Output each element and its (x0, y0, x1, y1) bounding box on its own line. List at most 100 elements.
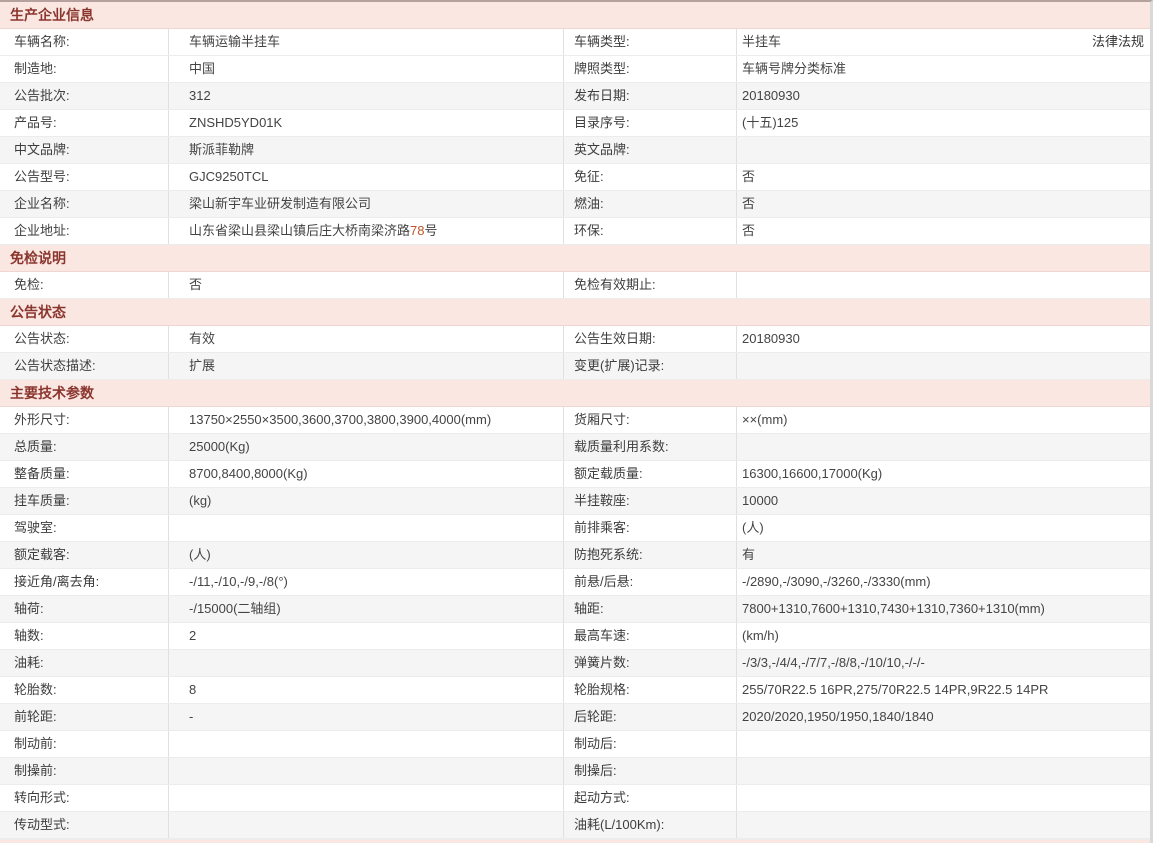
field-label: 免征: (563, 164, 736, 190)
field-label: 英文品牌: (563, 137, 736, 163)
field-label: 总质量: (14, 439, 57, 454)
field-label: 轮胎规格: (563, 677, 736, 703)
table-row: 总质量: 25000(Kg) 载质量利用系数: (0, 434, 1150, 461)
field-value (736, 353, 1150, 379)
field-label: 轴荷: (14, 601, 44, 616)
section-header: 主要技术参数 (0, 380, 1150, 407)
table-row: 外形尺寸: 13750×2550×3500,3600,3700,3800,3900… (0, 407, 1150, 434)
field-label: 制动前: (14, 736, 57, 751)
table-row: 公告批次: 312 发布日期: 20180930 (0, 83, 1150, 110)
field-label: 弹簧片数: (563, 650, 736, 676)
field-value: 扩展 (168, 353, 563, 379)
field-value: 否 (168, 272, 563, 298)
table-row: 公告型号: GJC9250TCL 免征: 否 (0, 164, 1150, 191)
field-label: 整备质量: (14, 466, 70, 481)
table-row: 传动型式: 油耗(L/100Km): (0, 812, 1150, 839)
field-value: (人) (168, 542, 563, 568)
field-label: 油耗(L/100Km): (563, 812, 736, 838)
field-value: 312 (168, 83, 563, 109)
section-header: 公告状态 (0, 299, 1150, 326)
field-label: 转向形式: (14, 790, 70, 805)
field-value (168, 650, 563, 676)
field-value: 25000(Kg) (168, 434, 563, 460)
field-label: 防抱死系统: (563, 542, 736, 568)
field-label: 驾驶室: (14, 520, 57, 535)
field-value: 13750×2550×3500,3600,3700,3800,3900,4000… (168, 407, 563, 433)
field-value: (kg) (168, 488, 563, 514)
table-row: 企业名称: 梁山新宇车业研发制造有限公司 燃油: 否 (0, 191, 1150, 218)
field-label: 公告生效日期: (563, 326, 736, 352)
field-label: 半挂鞍座: (563, 488, 736, 514)
field-label: 公告状态描述: (14, 358, 96, 373)
field-label: 最高车速: (563, 623, 736, 649)
field-label: 环保: (563, 218, 736, 244)
field-label: 车辆名称: (14, 34, 70, 49)
field-value: -/3/3,-/4/4,-/7/7,-/8/8,-/10/10,-/-/- (736, 650, 1150, 676)
field-value: ××(mm) (736, 407, 1150, 433)
table-row: 前轮距: - 后轮距: 2020/2020,1950/1950,1840/1840 (0, 704, 1150, 731)
field-value (736, 758, 1150, 784)
next-section-header-partial (0, 839, 1150, 843)
field-label: 挂车质量: (14, 493, 70, 508)
table-row: 接近角/离去角: -/11,-/10,-/9,-/8(°) 前悬/后悬: -/2890… (0, 569, 1150, 596)
field-value: 山东省梁山县梁山镇后庄大桥南梁济路78号 (168, 218, 563, 244)
field-label: 前悬/后悬: (563, 569, 736, 595)
field-label: 公告状态: (14, 331, 70, 346)
field-label: 轴距: (563, 596, 736, 622)
field-label: 制动后: (563, 731, 736, 757)
field-value (168, 812, 563, 838)
field-value: 车辆运输半挂车 (168, 29, 563, 55)
field-value: (十五)125 (736, 110, 1150, 136)
table-row: 转向形式: 起动方式: (0, 785, 1150, 812)
table-row: 挂车质量: (kg) 半挂鞍座: 10000 (0, 488, 1150, 515)
field-label: 免检: (14, 277, 44, 292)
table-row: 制动前: 制动后: (0, 731, 1150, 758)
table-row: 额定载客: (人) 防抱死系统: 有 (0, 542, 1150, 569)
field-value: -/2890,-/3090,-/3260,-/3330(mm) (736, 569, 1150, 595)
field-label: 接近角/离去角: (14, 574, 100, 589)
laws-regulations-link[interactable]: 法律法规 (1092, 29, 1144, 55)
field-value (736, 785, 1150, 811)
field-label: 后轮距: (563, 704, 736, 730)
field-value: -/15000(二轴组) (168, 596, 563, 622)
field-label: 制操前: (14, 763, 57, 778)
field-value: 8 (168, 677, 563, 703)
table-row: 轮胎数: 8 轮胎规格: 255/70R22.5 16PR,275/70R22.5 1… (0, 677, 1150, 704)
highlighted-text: 78 (410, 223, 425, 238)
field-label: 外形尺寸: (14, 412, 70, 427)
field-value: 有 (736, 542, 1150, 568)
field-value: 车辆号牌分类标准 (736, 56, 1150, 82)
field-value: 中国 (168, 56, 563, 82)
field-value: 2020/2020,1950/1950,1840/1840 (736, 704, 1150, 730)
field-value: 半挂车 法律法规 (736, 29, 1150, 55)
section-header: 免检说明 (0, 245, 1150, 272)
field-value (168, 785, 563, 811)
field-label: 发布日期: (563, 83, 736, 109)
field-value: 8700,8400,8000(Kg) (168, 461, 563, 487)
field-value: 16300,16600,17000(Kg) (736, 461, 1150, 487)
table-row: 产品号: ZNSHD5YD01K 目录序号: (十五)125 (0, 110, 1150, 137)
table-row: 制操前: 制操后: (0, 758, 1150, 785)
field-label: 免检有效期止: (563, 272, 736, 298)
field-label: 前排乘客: (563, 515, 736, 541)
field-label: 牌照类型: (563, 56, 736, 82)
field-value: 梁山新宇车业研发制造有限公司 (168, 191, 563, 217)
field-label: 额定载客: (14, 547, 70, 562)
field-value: - (168, 704, 563, 730)
field-value: (km/h) (736, 623, 1150, 649)
field-value: 255/70R22.5 16PR,275/70R22.5 14PR,9R22.5… (736, 677, 1150, 703)
field-value (736, 137, 1150, 163)
field-label: 企业名称: (14, 196, 70, 211)
field-value (168, 515, 563, 541)
field-label: 货厢尺寸: (563, 407, 736, 433)
field-value: 7800+1310,7600+1310,7430+1310,7360+1310(… (736, 596, 1150, 622)
field-label: 中文品牌: (14, 142, 70, 157)
field-value: 10000 (736, 488, 1150, 514)
field-label: 公告批次: (14, 88, 70, 103)
field-value: 有效 (168, 326, 563, 352)
table-row: 整备质量: 8700,8400,8000(Kg) 额定载质量: 16300,16600… (0, 461, 1150, 488)
field-value: 20180930 (736, 326, 1150, 352)
field-value: GJC9250TCL (168, 164, 563, 190)
field-value (736, 434, 1150, 460)
field-value (168, 731, 563, 757)
